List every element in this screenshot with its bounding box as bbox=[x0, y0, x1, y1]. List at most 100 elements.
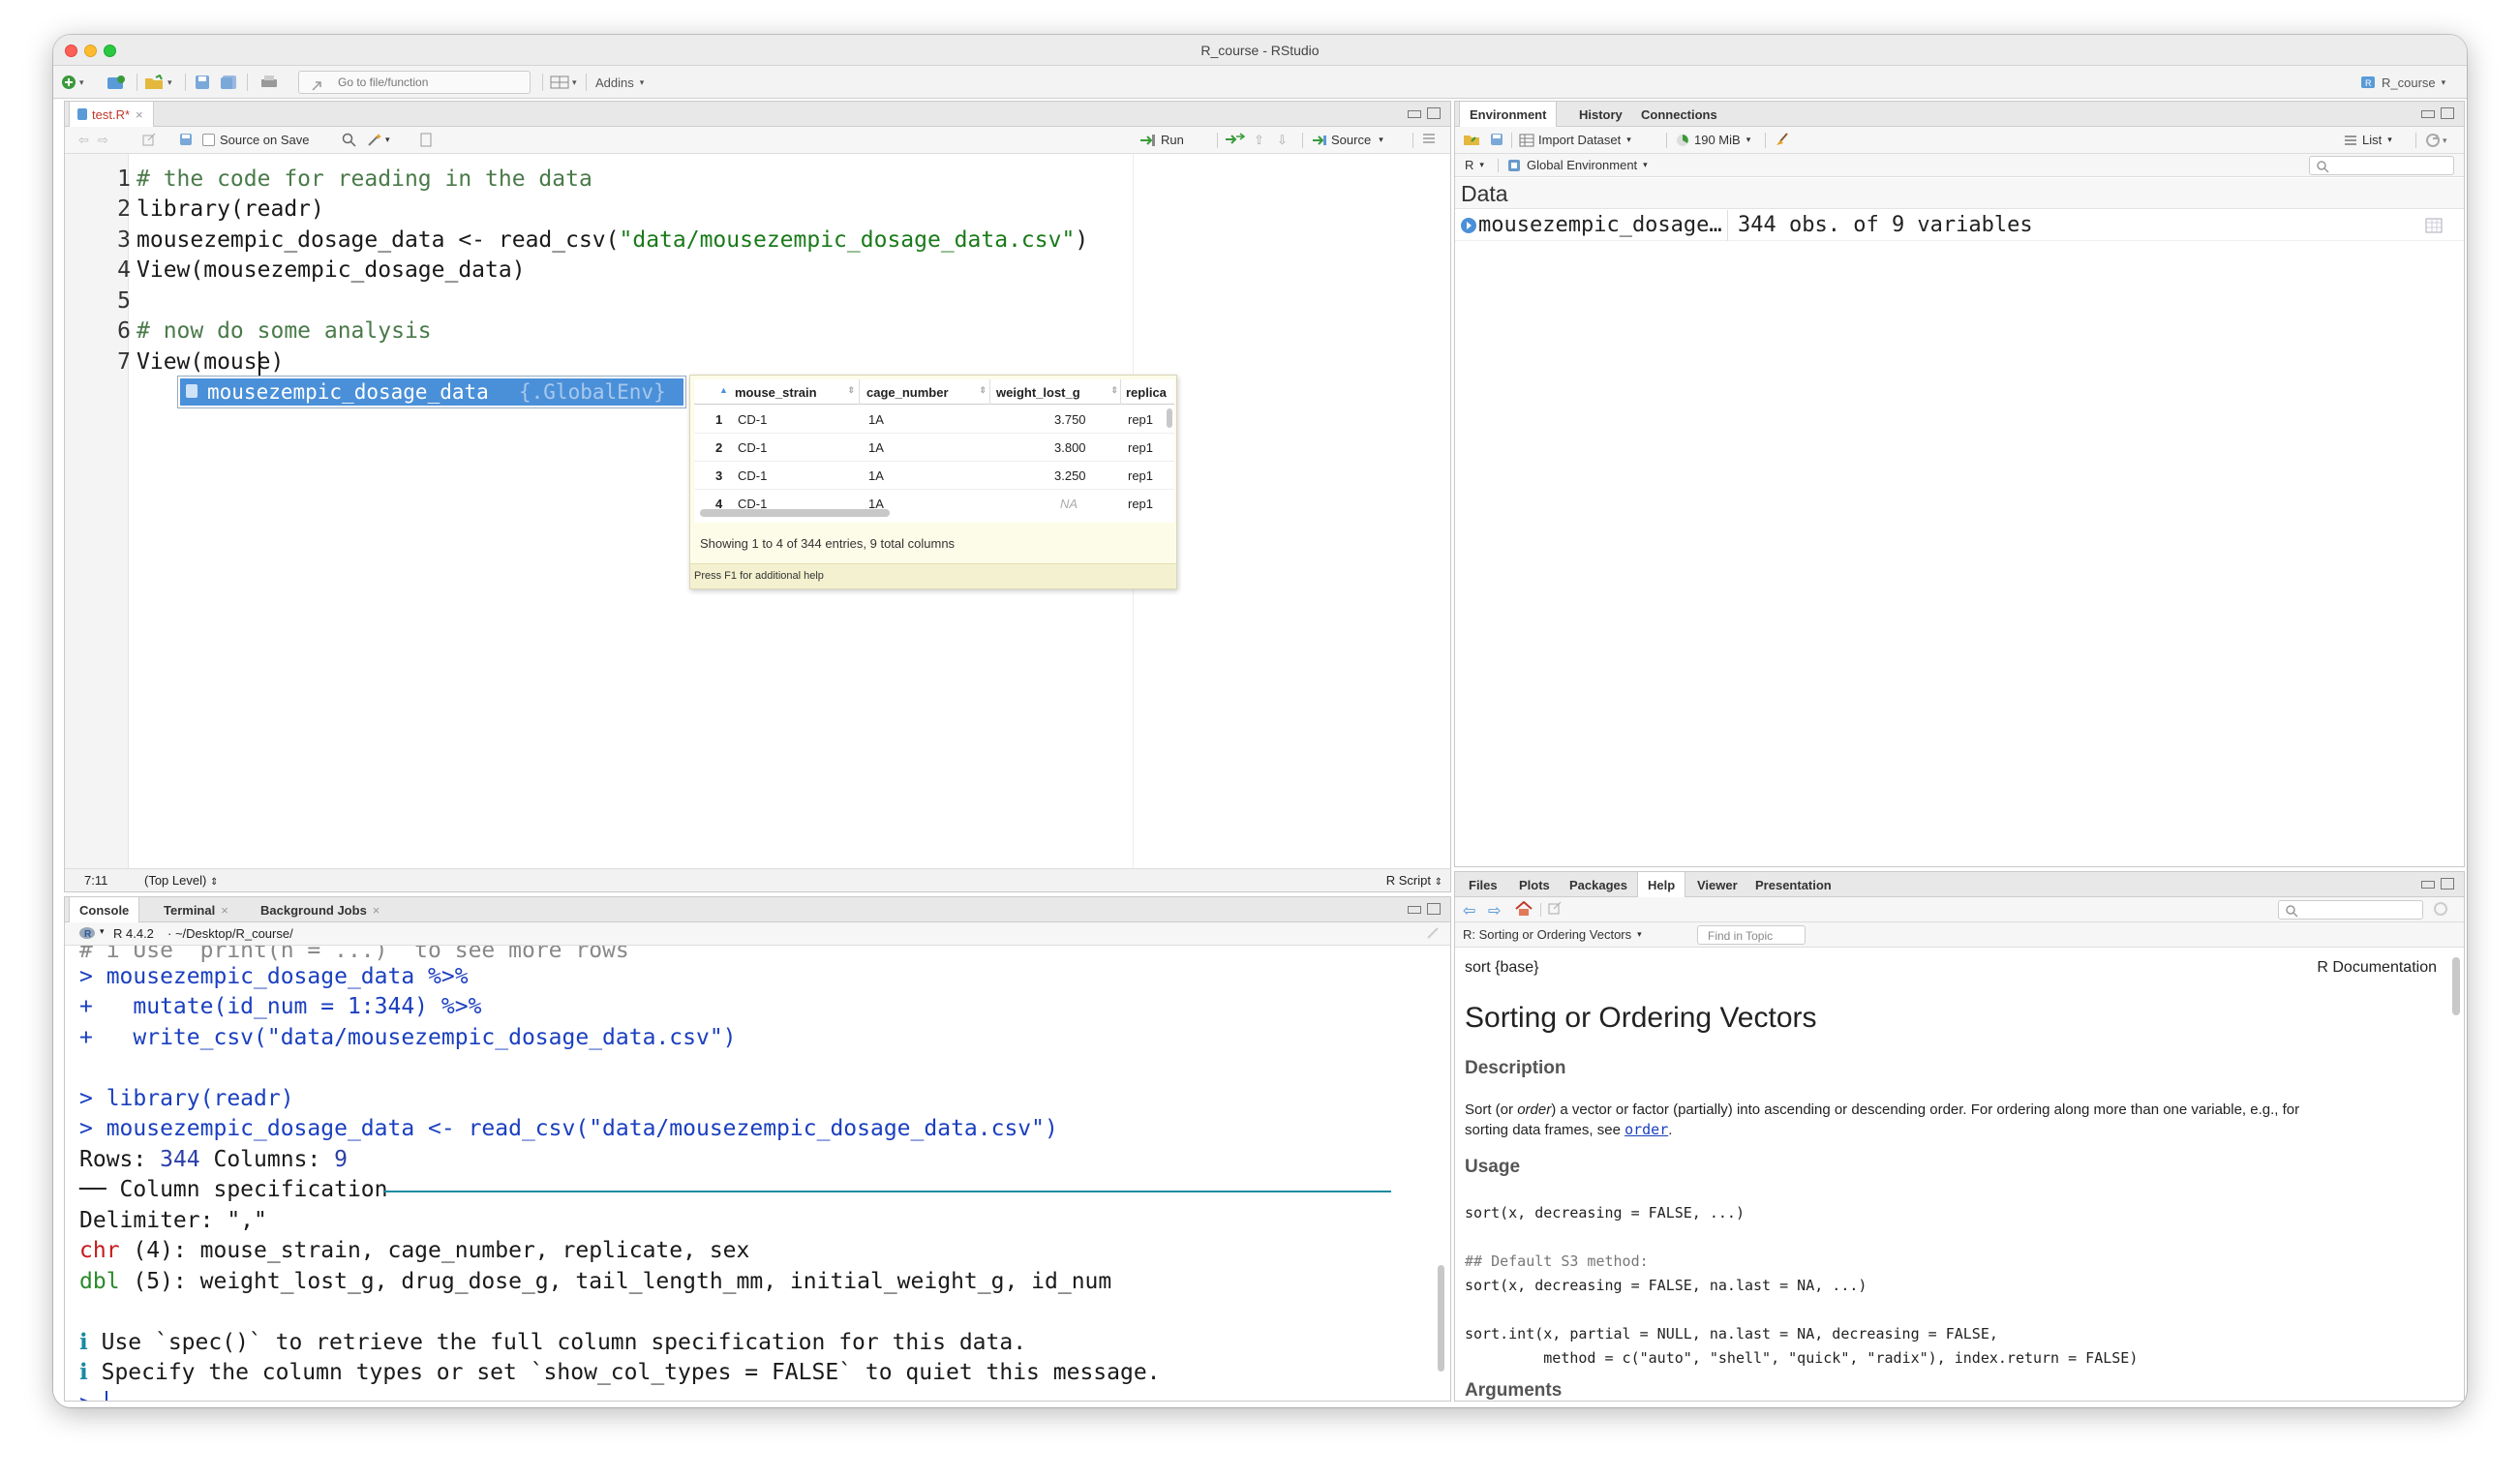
help-toolbar: ⇦ ⇨ bbox=[1455, 897, 2464, 922]
code-line-3: mousezempic_dosage_data <- read_csv("dat… bbox=[137, 227, 1089, 253]
show-in-window-icon[interactable] bbox=[142, 133, 156, 146]
r-version-dropdown[interactable]: ▾ bbox=[100, 926, 105, 937]
addins-menu[interactable]: Addins ▾ bbox=[595, 72, 644, 93]
preview-info: Showing 1 to 4 of 344 entries, 9 total c… bbox=[700, 536, 956, 551]
help-content: sort {base} R Documentation Sorting or O… bbox=[1455, 948, 2452, 1401]
new-project-icon[interactable] bbox=[106, 72, 126, 93]
import-dataset-button[interactable]: Import Dataset ▾ bbox=[1519, 133, 1631, 147]
document-outline-icon[interactable] bbox=[1422, 133, 1436, 144]
new-file-icon[interactable]: ▾ bbox=[61, 72, 84, 93]
maximize-pane-icon[interactable] bbox=[2441, 878, 2454, 890]
file-type-selector[interactable]: R Script ⇕ bbox=[1386, 873, 1442, 888]
table-row: 3 CD-1 1A 3.250 rep1 bbox=[694, 462, 1174, 490]
r-logo-icon: R bbox=[78, 926, 96, 943]
working-dir[interactable]: · ~/Desktop/R_course/ bbox=[167, 926, 293, 941]
col-header[interactable]: weight_lost_g ⇕ bbox=[996, 385, 1120, 405]
back-icon[interactable]: ⇦ bbox=[78, 133, 89, 148]
console-output[interactable]: # i Use `print(n = ...)` to see more row… bbox=[65, 946, 1430, 1401]
env-search-input[interactable] bbox=[2309, 156, 2454, 175]
view-data-grid-icon[interactable] bbox=[2425, 218, 2443, 238]
horizontal-scrollbar[interactable] bbox=[700, 509, 890, 517]
tab-history[interactable]: History bbox=[1569, 102, 1632, 127]
tab-help[interactable]: Help bbox=[1637, 872, 1686, 898]
tab-environment[interactable]: Environment bbox=[1459, 102, 1558, 128]
rerun-icon[interactable] bbox=[1225, 133, 1246, 146]
workspace-panes-icon[interactable]: ▾ bbox=[550, 72, 577, 93]
load-workspace-icon[interactable] bbox=[1463, 133, 1480, 146]
view-mode-list[interactable]: List ▾ bbox=[2344, 133, 2392, 147]
clear-console-icon[interactable] bbox=[1425, 926, 1441, 943]
clear-objects-broom-icon[interactable] bbox=[1775, 133, 1790, 146]
autocomplete-item[interactable]: mousezempic_dosage_data {.GlobalEnv} bbox=[180, 378, 683, 406]
print-icon[interactable] bbox=[260, 72, 278, 93]
tab-viewer[interactable]: Viewer bbox=[1687, 872, 1747, 897]
search-icon[interactable] bbox=[342, 133, 356, 147]
goto-file-function-input[interactable]: Go to file/function bbox=[298, 71, 531, 94]
expand-object-icon[interactable] bbox=[1461, 218, 1476, 233]
save-source-icon[interactable] bbox=[179, 133, 193, 146]
tab-connections[interactable]: Connections bbox=[1631, 102, 1727, 127]
go-to-next-section-icon[interactable]: ⇩ bbox=[1277, 133, 1288, 148]
forward-icon[interactable]: ⇨ bbox=[98, 133, 108, 148]
help-topic-dropdown[interactable]: R: Sorting or Ordering Vectors ▾ bbox=[1463, 927, 1642, 942]
tab-background-jobs[interactable]: Background Jobs × bbox=[251, 897, 389, 922]
sort-icon[interactable]: ▲ bbox=[719, 385, 728, 395]
environment-scope-dropdown[interactable]: Global Environment ▾ bbox=[1507, 158, 1648, 172]
tab-plots[interactable]: Plots bbox=[1509, 872, 1560, 897]
console-prompt[interactable]: > bbox=[79, 1391, 93, 1401]
console-line: ℹ Specify the column types or set `show_… bbox=[79, 1360, 1161, 1385]
line-number: 6 bbox=[117, 318, 131, 344]
help-back-icon[interactable]: ⇦ bbox=[1463, 901, 1475, 920]
code-tools-wand-icon[interactable]: ▾ bbox=[367, 133, 390, 147]
minimize-pane-icon[interactable] bbox=[1408, 110, 1421, 118]
language-dropdown[interactable]: R ▾ bbox=[1465, 158, 1484, 172]
env-object-row[interactable]: mousezempic_dosage… 344 obs. of 9 variab… bbox=[1455, 210, 2464, 241]
refresh-icon[interactable] bbox=[2433, 901, 2448, 917]
tab-presentation[interactable]: Presentation bbox=[1746, 872, 1841, 897]
save-workspace-icon[interactable] bbox=[1490, 133, 1503, 146]
save-all-icon[interactable] bbox=[220, 72, 237, 93]
refresh-icon[interactable]: ▾ bbox=[2425, 133, 2447, 148]
save-icon[interactable] bbox=[195, 72, 210, 93]
maximize-pane-icon[interactable] bbox=[1427, 107, 1441, 119]
go-to-previous-section-icon[interactable]: ⇧ bbox=[1254, 133, 1264, 148]
line-number: 3 bbox=[117, 227, 131, 253]
maximize-pane-icon[interactable] bbox=[2441, 107, 2454, 119]
help-popout-icon[interactable] bbox=[1548, 901, 1562, 915]
tab-files[interactable]: Files bbox=[1459, 872, 1507, 897]
col-header[interactable]: cage_number ⇕ bbox=[866, 385, 992, 405]
data-frame-icon bbox=[186, 384, 197, 398]
help-scrollbar[interactable] bbox=[2452, 957, 2460, 1015]
col-header[interactable]: mouse_strain ⇕ bbox=[735, 385, 861, 405]
console-scrollbar[interactable] bbox=[1438, 1265, 1444, 1372]
r-documentation-label: R Documentation bbox=[2317, 959, 2437, 976]
scope-selector[interactable]: (Top Level) ⇕ bbox=[144, 873, 218, 888]
maximize-pane-icon[interactable] bbox=[1427, 903, 1441, 915]
source-tabbar: test.R* × bbox=[65, 102, 1450, 128]
tab-packages[interactable]: Packages bbox=[1560, 872, 1637, 897]
order-link[interactable]: order bbox=[1624, 1121, 1668, 1138]
usage-line: method = c("auto", "shell", "quick", "ra… bbox=[1465, 1349, 2139, 1367]
find-in-topic-input[interactable]: Find in Topic bbox=[1697, 925, 1806, 945]
source-button[interactable]: Source ▾ bbox=[1312, 133, 1383, 147]
help-home-icon[interactable] bbox=[1515, 901, 1533, 917]
open-file-icon[interactable]: ▾ bbox=[144, 72, 172, 93]
minimize-pane-icon[interactable] bbox=[2421, 110, 2435, 118]
vertical-scrollbar[interactable] bbox=[1167, 408, 1172, 428]
r-version: R 4.4.2 bbox=[113, 926, 154, 941]
compile-report-icon[interactable] bbox=[420, 133, 432, 147]
help-search-input[interactable] bbox=[2278, 900, 2423, 920]
minimize-pane-icon[interactable] bbox=[2421, 881, 2435, 889]
env-scope-bar: R ▾ Global Environment ▾ bbox=[1455, 154, 2464, 177]
memory-usage[interactable]: 190 MiB ▾ bbox=[1676, 133, 1750, 147]
help-forward-icon[interactable]: ⇨ bbox=[1488, 901, 1501, 920]
project-menu[interactable]: R R_course ▾ bbox=[2360, 72, 2445, 93]
console-line: # i Use `print(n = ...)` to see more row… bbox=[79, 946, 629, 963]
tab-console[interactable]: Console bbox=[69, 897, 140, 923]
tab-terminal[interactable]: Terminal × bbox=[154, 897, 238, 922]
minimize-pane-icon[interactable] bbox=[1408, 906, 1421, 914]
run-button[interactable]: Run bbox=[1139, 133, 1184, 147]
col-header[interactable]: replica bbox=[1126, 385, 1167, 400]
tab-test-r[interactable]: test.R* × bbox=[69, 102, 154, 128]
source-on-save-checkbox[interactable]: Source on Save bbox=[202, 133, 310, 147]
